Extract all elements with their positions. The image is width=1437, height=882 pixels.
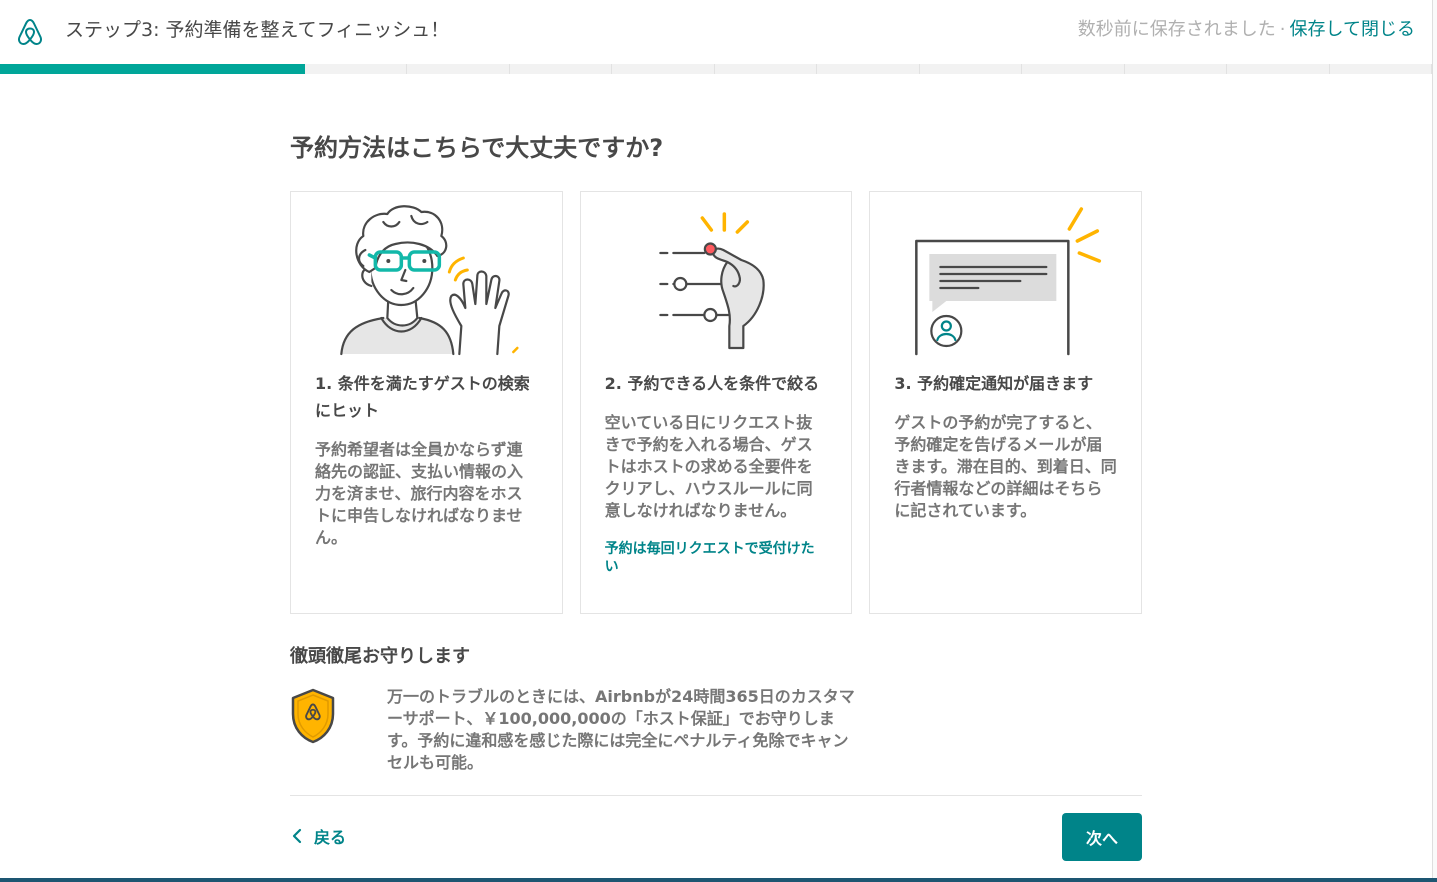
- step-card-title: 1. 条件を満たすゲストの検索にヒット: [315, 374, 530, 420]
- step-card-3: 3. 予約確定通知が届きます ゲストの予約が完了すると、予約確定を告げるメールが…: [869, 191, 1143, 614]
- step-card-1: 1. 条件を満たすゲストの検索にヒット 予約希望者は全員かならず連絡先の認証、支…: [290, 191, 563, 614]
- progress-bar: [0, 64, 1432, 74]
- step-card-title: 2. 予約できる人を条件で絞る: [604, 374, 820, 393]
- booking-steps: 1. 条件を満たすゲストの検索にヒット 予約希望者は全員かならず連絡先の認証、支…: [290, 191, 1143, 614]
- step-card-body: 空いている日にリクエスト抜きで予約を入れる場合、ゲストはホストの求める全要件をク…: [604, 413, 813, 520]
- progress-segment: [407, 64, 510, 74]
- scrollbar[interactable]: [1432, 0, 1437, 878]
- next-button[interactable]: 次へ: [1062, 813, 1142, 861]
- progress-segment-complete: [203, 64, 305, 74]
- saved-status: 数秒前に保存されました: [1077, 19, 1276, 40]
- progress-segment: [920, 64, 1022, 74]
- back-label: 戻る: [314, 828, 347, 847]
- progress-segment: [1330, 64, 1432, 74]
- protection-title: 徹頭徹尾お守りします: [290, 646, 470, 667]
- confirmation-message-illustration: [915, 207, 1102, 356]
- save-and-close-link[interactable]: 保存して閉じる: [1290, 19, 1415, 40]
- protection-text: 万一のトラブルのときには、Airbnbが24時間365日のカスタマーサポート、￥…: [387, 687, 855, 772]
- page-title: 予約方法はこちらで大丈夫ですか?: [290, 134, 664, 162]
- chevron-left-icon: [292, 828, 302, 844]
- step-card-2: 2. 予約できる人を条件で絞る 空いている日にリクエスト抜きで予約を入れる場合、…: [579, 191, 853, 614]
- progress-segment: [817, 64, 920, 74]
- progress-segment-complete: [0, 64, 102, 74]
- request-to-book-link[interactable]: 予約は毎回リクエストで受付けたい: [605, 540, 828, 576]
- progress-segment-complete: [101, 64, 203, 74]
- waving-guest-illustration: [340, 205, 519, 356]
- save-status-area: 数秒前に保存されました · 保存して閉じる: [1078, 17, 1415, 43]
- step-card-title: 3. 予約確定通知が届きます: [894, 374, 1094, 393]
- step-card-body: 予約希望者は全員かならず連絡先の認証、支払い情報の入力を済ませ、旅行内容をホスト…: [315, 440, 524, 547]
- progress-segment: [715, 64, 817, 74]
- top-bar: ステップ3: 予約準備を整えてフィニッシュ！ 数秒前に保存されました · 保存して閉…: [0, 0, 1432, 64]
- airbnb-logo-icon[interactable]: [14, 16, 46, 48]
- progress-segment: [1022, 64, 1125, 74]
- bottom-bar: [0, 878, 1437, 882]
- footer-divider: [290, 795, 1142, 796]
- progress-segment: [510, 64, 612, 74]
- progress-segment: [1125, 64, 1227, 74]
- back-button[interactable]: 戻る: [291, 824, 346, 848]
- shield-icon: [291, 688, 335, 744]
- progress-segment: [612, 64, 715, 74]
- progress-segment: [305, 64, 407, 74]
- filter-sliders-illustration: [658, 212, 765, 350]
- step-card-body: ゲストの予約が完了すると、予約確定を告げるメールが届きます。滞在目的、到着日、同…: [894, 413, 1117, 520]
- progress-segment: [1227, 64, 1330, 74]
- separator: ·: [1279, 19, 1286, 40]
- step-title: ステップ3: 予約準備を整えてフィニッシュ！: [65, 19, 450, 41]
